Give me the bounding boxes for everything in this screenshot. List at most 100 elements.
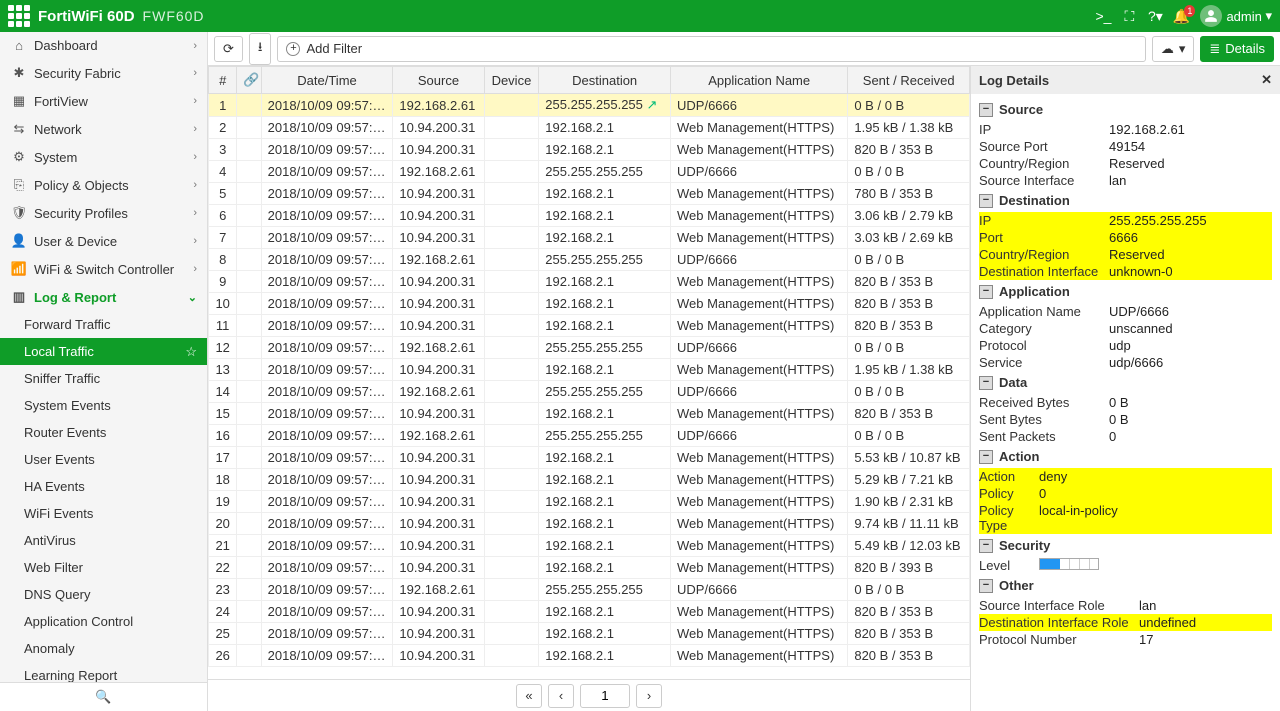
table-row[interactable]: 222018/10/09 09:57:3110.94.200.31192.168… [209, 557, 970, 579]
table-row[interactable]: 132018/10/09 09:57:3910.94.200.31192.168… [209, 359, 970, 381]
close-details-button[interactable]: ✕ [1261, 72, 1272, 88]
details-toggle-button[interactable]: ≣ Details [1200, 36, 1274, 62]
table-row[interactable]: 232018/10/09 09:57:31192.168.2.61255.255… [209, 579, 970, 601]
table-row[interactable]: 42018/10/09 09:57:47192.168.2.61255.255.… [209, 161, 970, 183]
table-row[interactable]: 102018/10/09 09:57:4210.94.200.31192.168… [209, 293, 970, 315]
view-menu-button[interactable]: ☁▾ [1152, 36, 1195, 62]
pager-prev-button[interactable]: ‹ [548, 684, 574, 708]
table-row[interactable]: 82018/10/09 09:57:44192.168.2.61255.255.… [209, 249, 970, 271]
table-row[interactable]: 202018/10/09 09:57:3310.94.200.31192.168… [209, 513, 970, 535]
row-index: 2 [209, 117, 237, 139]
pager-first-button[interactable]: « [516, 684, 542, 708]
sidebar-item-dashboard[interactable]: ⌂Dashboard› [0, 32, 207, 59]
sidebar-search-button[interactable]: 🔍 [0, 682, 207, 711]
collapse-icon[interactable]: − [979, 285, 993, 299]
row-source: 10.94.200.31 [393, 601, 484, 623]
collapse-icon[interactable]: − [979, 579, 993, 593]
sidebar-sub-application-control[interactable]: Application Control [0, 608, 207, 635]
table-row[interactable]: 162018/10/09 09:57:35192.168.2.61255.255… [209, 425, 970, 447]
sidebar-item-fortiview[interactable]: ▦FortiView› [0, 87, 207, 115]
sidebar-sub-wifi-events[interactable]: WiFi Events [0, 500, 207, 527]
pager-next-button[interactable]: › [636, 684, 662, 708]
row-datetime: 2018/10/09 09:57:48 [261, 117, 393, 139]
table-row[interactable]: 92018/10/09 09:57:4210.94.200.31192.168.… [209, 271, 970, 293]
sidebar-sub-router-events[interactable]: Router Events [0, 419, 207, 446]
row-attachment [237, 425, 261, 447]
sidebar-item-user-device[interactable]: 👤User & Device› [0, 227, 207, 255]
download-button[interactable]: ⭳ [249, 33, 272, 65]
column-header[interactable]: Date/Time [261, 67, 393, 94]
table-row[interactable]: 12018/10/09 09:57:50192.168.2.61255.255.… [209, 94, 970, 117]
row-index: 7 [209, 227, 237, 249]
chevron-right-icon: › [193, 67, 197, 79]
column-header[interactable]: Destination [539, 67, 671, 94]
row-destination: 192.168.2.1 [539, 403, 671, 425]
table-row[interactable]: 212018/10/09 09:57:3310.94.200.31192.168… [209, 535, 970, 557]
row-destination: 192.168.2.1 [539, 623, 671, 645]
cli-icon[interactable]: >_ [1090, 8, 1116, 24]
help-icon[interactable]: ?▾ [1142, 8, 1168, 25]
sidebar-item-system[interactable]: ⚙System› [0, 143, 207, 171]
sent-pkts-value: 0 [1109, 429, 1272, 444]
table-row[interactable]: 62018/10/09 09:57:4410.94.200.31192.168.… [209, 205, 970, 227]
table-row[interactable]: 122018/10/09 09:57:41192.168.2.61255.255… [209, 337, 970, 359]
sidebar-item-wifi-switch-controller[interactable]: 📶WiFi & Switch Controller› [0, 255, 207, 283]
row-index: 19 [209, 491, 237, 513]
table-row[interactable]: 112018/10/09 09:57:4210.94.200.31192.168… [209, 315, 970, 337]
collapse-icon[interactable]: − [979, 539, 993, 553]
sidebar-sub-system-events[interactable]: System Events [0, 392, 207, 419]
sidebar-sub-ha-events[interactable]: HA Events [0, 473, 207, 500]
sidebar-sub-user-events[interactable]: User Events [0, 446, 207, 473]
dst-iface-role-value: undefined [1139, 615, 1272, 630]
row-device [484, 94, 539, 117]
sidebar-sub-web-filter[interactable]: Web Filter [0, 554, 207, 581]
fullscreen-icon[interactable]: ⛶ [1116, 8, 1142, 25]
table-row[interactable]: 32018/10/09 09:57:4710.94.200.31192.168.… [209, 139, 970, 161]
refresh-button[interactable]: ⟳ [214, 36, 243, 62]
table-row[interactable]: 142018/10/09 09:57:38192.168.2.61255.255… [209, 381, 970, 403]
toolbar: ⟳ ⭳ + Add Filter ☁▾ ≣ Details [208, 32, 1280, 66]
row-source: 10.94.200.31 [393, 447, 484, 469]
row-device [484, 535, 539, 557]
collapse-icon[interactable]: − [979, 103, 993, 117]
pager: « ‹ › [208, 679, 970, 711]
sidebar-item-security-fabric[interactable]: ✱Security Fabric› [0, 59, 207, 87]
table-row[interactable]: 242018/10/09 09:57:3110.94.200.31192.168… [209, 601, 970, 623]
column-header[interactable]: Device [484, 67, 539, 94]
table-row[interactable]: 172018/10/09 09:57:3410.94.200.31192.168… [209, 447, 970, 469]
sidebar-item-log-report[interactable]: ▥ Log & Report ⌄ [0, 283, 207, 311]
row-destination: 192.168.2.1 [539, 359, 671, 381]
column-header[interactable]: Source [393, 67, 484, 94]
column-header[interactable]: Application Name [671, 67, 848, 94]
sidebar-sub-sniffer-traffic[interactable]: Sniffer Traffic [0, 365, 207, 392]
column-header[interactable]: # [209, 67, 237, 94]
pager-page-input[interactable] [580, 684, 630, 708]
sidebar-sub-anomaly[interactable]: Anomaly [0, 635, 207, 662]
notifications-icon[interactable]: 🔔1 [1168, 8, 1194, 25]
row-device [484, 645, 539, 667]
sidebar-item-network[interactable]: ⇆Network› [0, 115, 207, 143]
add-filter-button[interactable]: + Add Filter [277, 36, 1145, 62]
table-row[interactable]: 22018/10/09 09:57:4810.94.200.31192.168.… [209, 117, 970, 139]
table-row[interactable]: 182018/10/09 09:57:3310.94.200.31192.168… [209, 469, 970, 491]
column-header[interactable]: 🔗 [237, 67, 261, 94]
table-row[interactable]: 192018/10/09 09:57:3310.94.200.31192.168… [209, 491, 970, 513]
user-menu[interactable]: admin ▾ [1194, 5, 1272, 27]
sidebar-sub-dns-query[interactable]: DNS Query [0, 581, 207, 608]
table-row[interactable]: 252018/10/09 09:57:2910.94.200.31192.168… [209, 623, 970, 645]
sidebar-sub-antivirus[interactable]: AntiVirus [0, 527, 207, 554]
collapse-icon[interactable]: − [979, 450, 993, 464]
column-header[interactable]: Sent / Received [848, 67, 970, 94]
collapse-icon[interactable]: − [979, 376, 993, 390]
sidebar-sub-local-traffic[interactable]: Local Traffic☆ [0, 338, 207, 365]
collapse-icon[interactable]: − [979, 194, 993, 208]
sidebar-item-security-profiles[interactable]: 🛡Security Profiles› [0, 199, 207, 227]
sidebar-sub-forward-traffic[interactable]: Forward Traffic [0, 311, 207, 338]
sidebar-item-policy-objects[interactable]: ⎘Policy & Objects› [0, 171, 207, 199]
table-row[interactable]: 52018/10/09 09:57:4510.94.200.31192.168.… [209, 183, 970, 205]
chart-icon: ▥ [10, 289, 28, 305]
log-table[interactable]: #🔗Date/TimeSourceDeviceDestinationApplic… [208, 66, 970, 679]
table-row[interactable]: 152018/10/09 09:57:3710.94.200.31192.168… [209, 403, 970, 425]
table-row[interactable]: 262018/10/09 09:57:2910.94.200.31192.168… [209, 645, 970, 667]
table-row[interactable]: 72018/10/09 09:57:4410.94.200.31192.168.… [209, 227, 970, 249]
